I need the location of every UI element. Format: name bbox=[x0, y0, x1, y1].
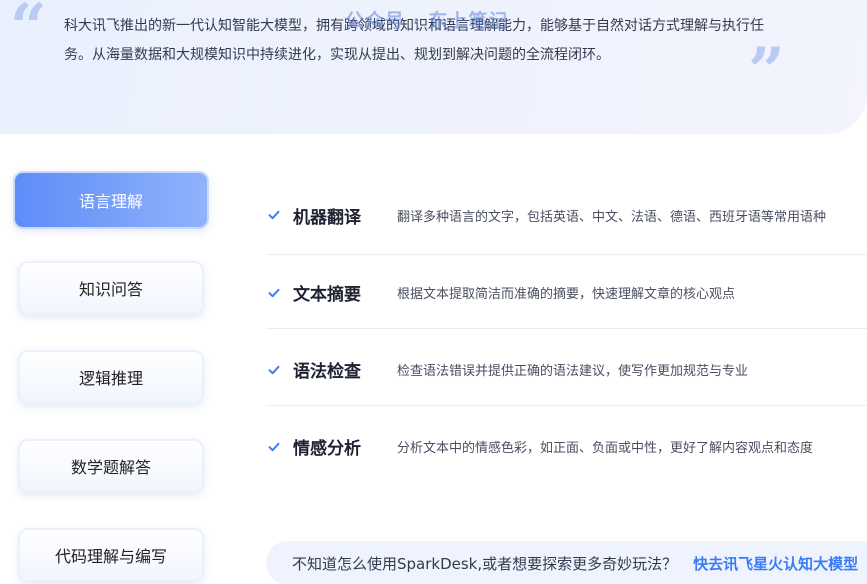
help-text: 不知道怎么使用SparkDesk,或者想要探索更多奇妙玩法？ bbox=[292, 554, 678, 573]
feature-desc: 检查语法错误并提供正确的语法建议，使写作更加规范与专业 bbox=[397, 364, 749, 379]
feature-desc: 分析文本中的情感色彩，如正面、负面或中性，更好了解内容观点和态度 bbox=[397, 441, 814, 456]
nav-item-knowledge-qa[interactable]: 知识问答 bbox=[18, 261, 204, 315]
nav-item-language-understanding[interactable]: 语言理解 bbox=[13, 171, 209, 229]
feature-title: 情感分析 bbox=[293, 439, 361, 459]
feature-row-translation: 机器翻译 翻译多种语言的文字，包括英语、中文、法语、德语、西班牙语等常用语种 bbox=[266, 178, 867, 255]
feature-row-summary: 文本摘要 根据文本提取简洁而准确的摘要，快速理解文章的核心观点 bbox=[266, 252, 867, 329]
open-quote-icon: “ bbox=[10, 0, 47, 65]
feature-row-grammar: 语法检查 检查语法错误并提供正确的语法建议，使写作更加规范与专业 bbox=[266, 329, 867, 406]
nav-item-math-solving[interactable]: 数学题解答 bbox=[18, 439, 204, 493]
close-quote-icon: ” bbox=[748, 34, 785, 109]
check-icon bbox=[268, 288, 280, 298]
help-bar: 不知道怎么使用SparkDesk,或者想要探索更多奇妙玩法？ 快去讯飞星火认知大… bbox=[266, 541, 867, 584]
feature-title: 机器翻译 bbox=[293, 208, 361, 228]
intro-banner: “ 科大讯飞推出的新一代认知智能大模型，拥有跨领域的知识和语言理解能力，能够基于… bbox=[0, 0, 867, 134]
feature-row-sentiment: 情感分析 分析文本中的情感色彩，如正面、负面或中性，更好了解内容观点和态度 bbox=[266, 406, 867, 483]
nav-item-logic-reasoning[interactable]: 逻辑推理 bbox=[18, 350, 204, 404]
feature-desc: 根据文本提取简洁而准确的摘要，快速理解文章的核心观点 bbox=[397, 287, 736, 302]
check-icon bbox=[268, 442, 280, 452]
help-link[interactable]: 快去讯飞星火认知大模型 bbox=[693, 553, 858, 574]
check-icon bbox=[268, 210, 280, 220]
feature-title: 文本摘要 bbox=[293, 285, 361, 305]
feature-title: 语法检查 bbox=[293, 362, 361, 382]
watermark: 公众号 · 东上笔记 bbox=[345, 10, 509, 32]
feature-desc: 翻译多种语言的文字，包括英语、中文、法语、德语、西班牙语等常用语种 bbox=[397, 210, 827, 225]
nav-item-code-writing[interactable]: 代码理解与编写 bbox=[18, 528, 204, 582]
check-icon bbox=[268, 365, 280, 375]
